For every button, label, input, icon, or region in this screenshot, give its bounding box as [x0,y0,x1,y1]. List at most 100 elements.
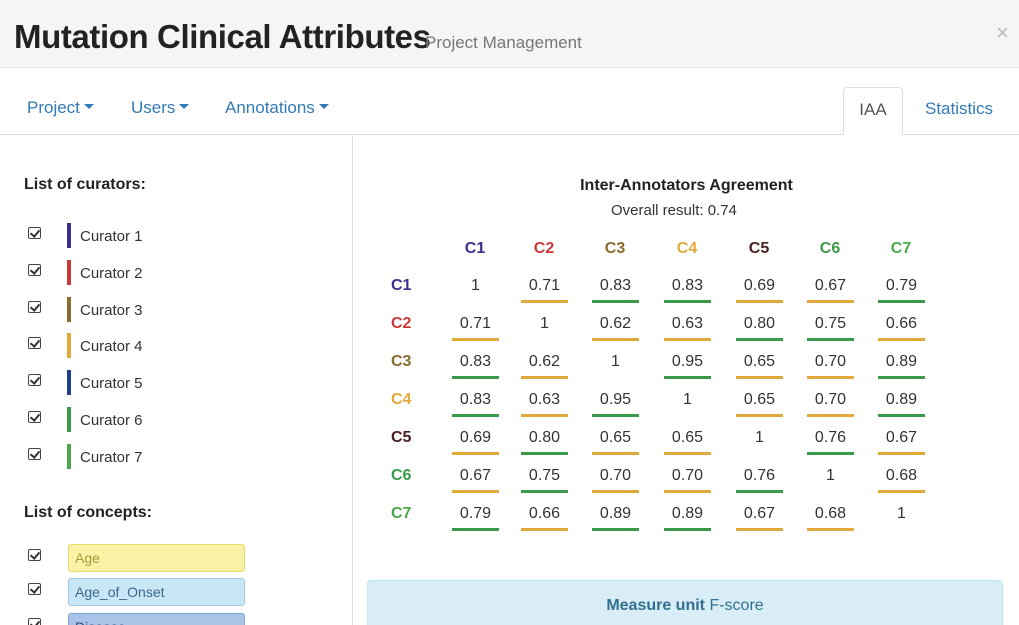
menu-project[interactable]: Project [27,98,94,118]
concept-tag[interactable]: Disease [68,613,245,625]
agreement-underline [736,338,783,341]
agreement-underline [664,376,711,379]
matrix-cell: 0.66 [528,505,561,522]
agreement-underline [592,490,639,493]
column-header: C3 [604,240,626,257]
matrix-cell: 0.75 [528,467,561,484]
matrix-cell: 1 [683,391,692,408]
curators-heading: List of curators: [24,176,146,193]
concept-checkbox[interactable] [28,618,41,625]
concept-tag[interactable]: Age_of_Onset [68,578,245,606]
matrix-cell: 0.68 [814,505,847,522]
matrix-cell: 0.95 [599,391,632,408]
matrix-cell: 0.89 [885,353,918,370]
agreement-underline [521,452,568,455]
matrix-cell: 0.76 [814,429,847,446]
curator-checkbox[interactable] [28,374,41,387]
matrix-cell: 0.63 [528,391,561,408]
measure-unit-panel: Measure unit F-score [367,580,1003,625]
matrix-cell: 0.95 [671,353,704,370]
matrix-cell: 0.75 [814,315,847,332]
agreement-underline [664,338,711,341]
matrix-cell: 0.80 [743,315,776,332]
menu-annotations[interactable]: Annotations [225,98,329,118]
matrix-cell: 0.69 [459,429,492,446]
agreement-underline [807,376,854,379]
agreement-underline [878,300,925,303]
caret-down-icon [179,104,190,110]
matrix-cell: 0.67 [743,505,776,522]
caret-down-icon [83,104,94,110]
curator-checkbox[interactable] [28,300,41,313]
matrix-cell: 0.79 [885,277,918,294]
matrix-cell: 0.65 [671,429,704,446]
agreement-underline [664,300,711,303]
matrix-cell: 0.79 [459,505,492,522]
measure-unit-label: Measure unit [606,597,705,614]
matrix-cell: 1 [540,315,549,332]
modal-subtitle: Project Management [425,33,582,52]
curator-color-bar [67,443,71,469]
matrix-cell: 0.69 [743,277,776,294]
matrix-cell: 0.62 [528,353,561,370]
concept-checkbox[interactable] [28,549,41,561]
agreement-underline [664,452,711,455]
matrix-cell: 0.65 [599,429,632,446]
curator-label: Curator 6 [80,412,143,429]
agreement-underline [736,490,783,493]
curator-label: Curator 4 [80,338,143,356]
matrix-cell: 0.68 [885,467,918,484]
matrix-cell: 0.83 [599,277,632,294]
sidebar: List of curators: Curator 1 Curator 2 Cura… [0,136,353,625]
curator-checkbox[interactable] [28,447,41,460]
agreement-underline [452,338,499,341]
menu-users-label: Users [131,98,176,117]
close-icon[interactable]: × [996,20,1009,46]
matrix-cell: 0.76 [743,467,776,484]
concepts-heading: List of concepts: [24,504,153,521]
concept-tag[interactable]: Age [68,544,245,572]
curator-label: Curator 3 [80,301,143,319]
matrix-cell: 0.67 [459,467,492,484]
agreement-underline [878,414,925,417]
curator-color-bar [67,223,71,248]
tab-statistics[interactable]: Statistics [910,87,1008,135]
matrix-cell: 0.70 [814,353,847,370]
matrix-cell: 1 [897,505,906,522]
column-header: C5 [748,240,770,257]
column-header: C1 [464,240,486,257]
tab-iaa[interactable]: IAA [843,87,903,135]
iaa-title: Inter-Annotators Agreement [580,177,793,194]
curator-checkbox[interactable] [28,411,41,423]
row-header: C3 [391,353,412,370]
agreement-underline [878,376,925,379]
agreement-underline [452,414,499,417]
row-header: C4 [391,391,412,408]
agreement-underline [521,414,568,417]
agreement-underline [452,528,499,531]
row-header: C6 [391,467,412,484]
matrix-cell: 1 [826,467,835,484]
overall-result: Overall result: 0.74 [611,202,737,219]
matrix-cell: 0.89 [885,391,918,408]
concept-checkbox[interactable] [28,583,41,595]
curator-checkbox[interactable] [28,337,41,350]
modal-title: Mutation Clinical Attributes [14,18,431,55]
curator-color-bar [67,370,71,396]
agreement-underline [878,490,925,493]
matrix-cell: 0.83 [459,353,492,370]
curator-label: Curator 1 [80,228,143,245]
curator-color-bar [67,333,71,359]
curator-label: Curator 7 [80,448,143,466]
row-header: C5 [391,429,412,446]
matrix-cell: 0.70 [671,467,704,484]
matrix-cell: 1 [611,353,620,370]
curator-color-bar [67,407,71,432]
curator-checkbox[interactable] [28,263,41,276]
matrix-cell: 0.70 [599,467,632,484]
menu-users[interactable]: Users [131,98,190,118]
matrix-cell: 0.70 [814,391,847,408]
agreement-underline [807,300,854,303]
curator-checkbox[interactable] [28,227,41,239]
curator-color-bar [67,259,71,285]
